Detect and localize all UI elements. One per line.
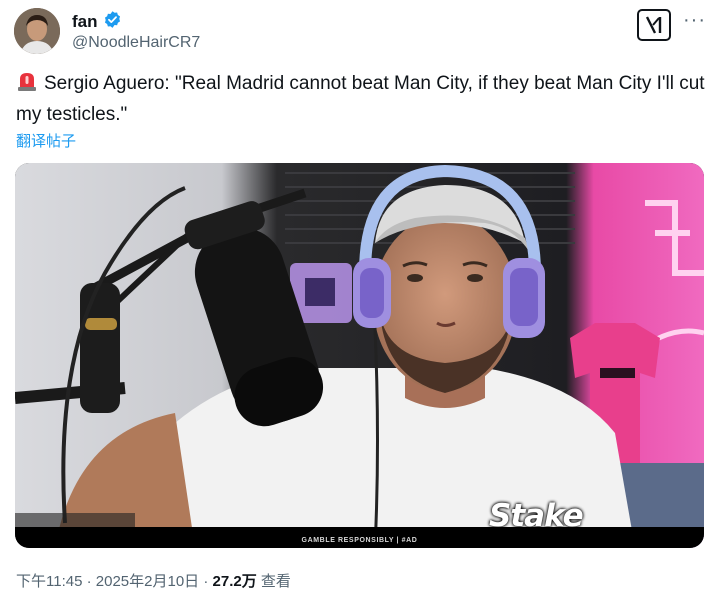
tweet-date[interactable]: 2025年2月10日 [96, 573, 199, 590]
tweet-meta: 下午11:45 · 2025年2月10日 · 27.2万 查看 [16, 570, 291, 591]
video-frame [15, 163, 704, 548]
verified-badge-icon [103, 10, 122, 34]
author-display-name[interactable]: fan [72, 12, 98, 32]
police-siren-icon [16, 70, 38, 101]
more-icon[interactable]: ··· [683, 10, 706, 30]
avatar[interactable] [14, 8, 60, 54]
tweet-time[interactable]: 下午11:45 [16, 573, 82, 590]
meta-separator: · [86, 573, 92, 590]
grok-icon[interactable] [637, 9, 671, 41]
author-handle[interactable]: @NoodleHairCR7 [72, 34, 200, 52]
gamble-disclaimer: GAMBLE RESPONSIBLY | #AD [301, 537, 418, 544]
author-name-row: fan [72, 10, 122, 34]
view-count: 27.2万 [212, 573, 257, 590]
translate-post-link[interactable]: 翻译帖子 [16, 130, 76, 151]
tweet-text-block: Sergio Aguero: "Real Madrid cannot beat … [16, 70, 706, 129]
meta-separator: · [203, 573, 209, 590]
views-label: 查看 [260, 573, 291, 590]
tweet-media-video[interactable]: Stake GAMBLE RESPONSIBLY | #AD [15, 163, 704, 548]
tweet-text: Sergio Aguero: "Real Madrid cannot beat … [16, 73, 705, 125]
